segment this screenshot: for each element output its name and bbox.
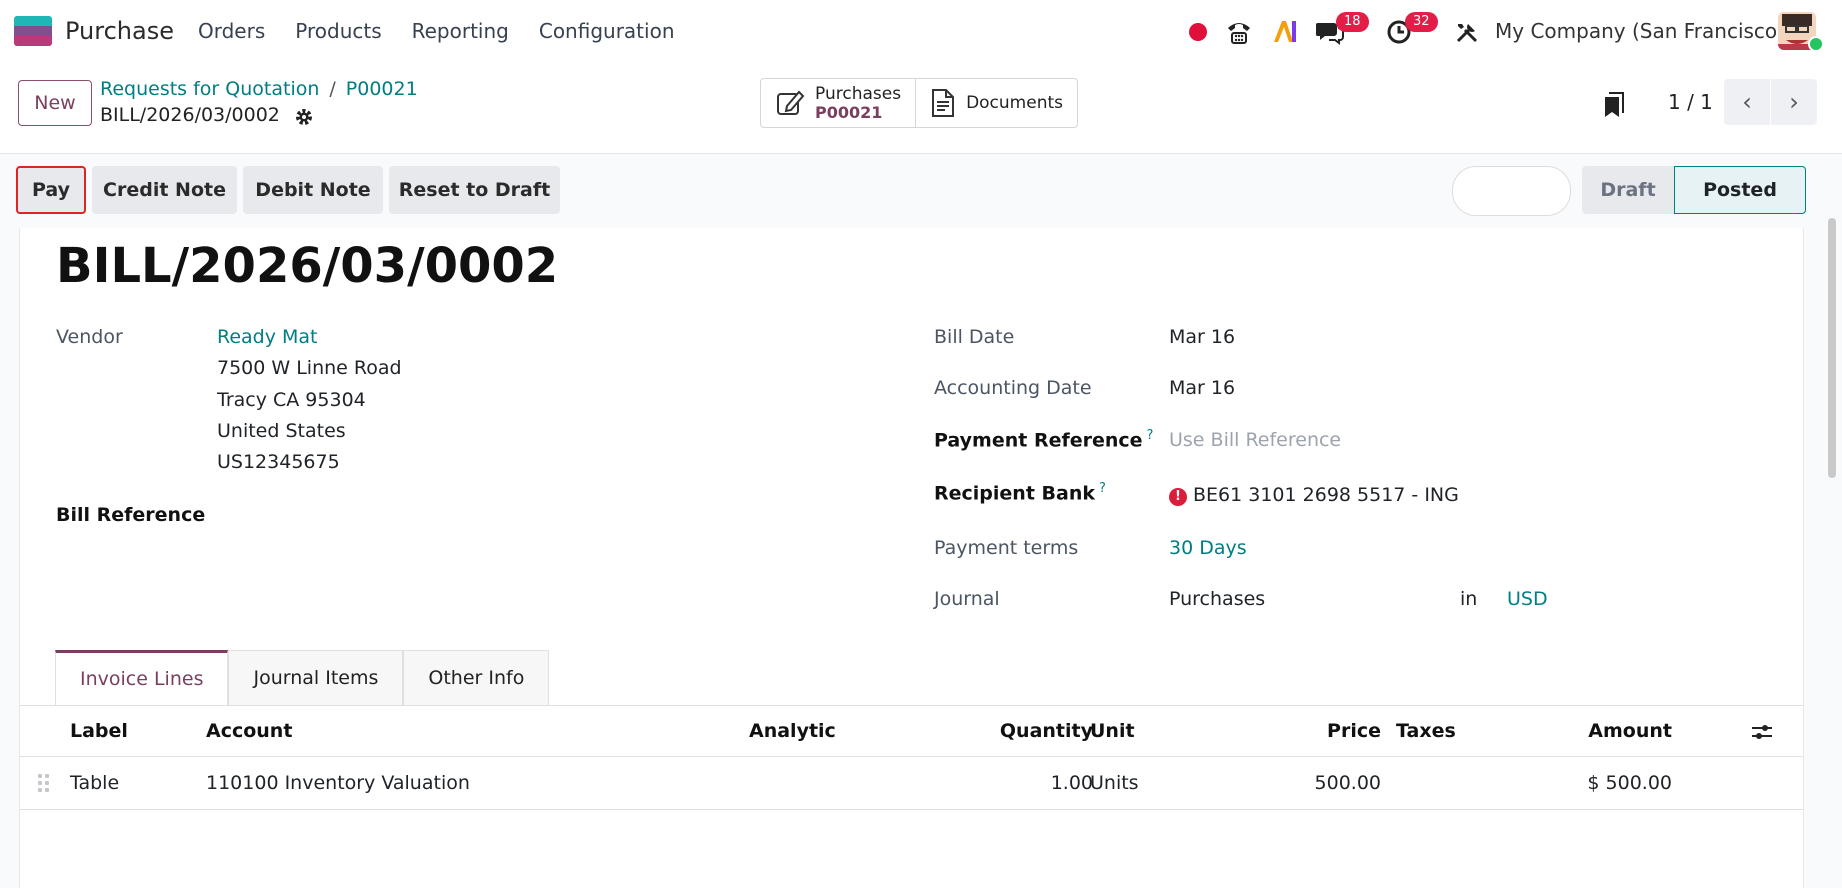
notebook-tabs: Invoice Lines Journal Items Other Info [55, 650, 550, 706]
optional-columns-toggle-icon[interactable] [1750, 722, 1774, 742]
edit-document-icon [777, 90, 805, 115]
vendor-address-line-1: 7500 W Linne Road [217, 357, 402, 379]
bill-date-label: Bill Date [934, 326, 1015, 348]
payment-reference-label: Payment Reference? [934, 428, 1154, 452]
payment-terms-field[interactable]: 30 Days [1169, 537, 1247, 559]
gear-icon[interactable] [294, 107, 314, 127]
table-row[interactable]: Table 110100 Inventory Valuation 1.00 Un… [20, 757, 1803, 810]
payment-terms-label: Payment terms [934, 537, 1079, 559]
bill-reference-label: Bill Reference [56, 504, 206, 526]
attachment-bookmark-icon[interactable] [1603, 91, 1625, 119]
tools-icon[interactable] [1455, 20, 1479, 44]
col-unit[interactable]: Unit [1090, 720, 1135, 742]
invoice-lines-header: Label Account Analytic Quantity Unit Pri… [20, 706, 1803, 757]
cell-label[interactable]: Table [70, 772, 119, 794]
action-bar: Pay Credit Note Debit Note Reset to Draf… [0, 153, 1842, 225]
pager-next-button[interactable]: › [1771, 79, 1817, 125]
menu-orders[interactable]: Orders [198, 19, 265, 43]
recipient-bank-label: Recipient Bank? [934, 481, 1106, 505]
purchases-smart-button[interactable]: Purchases P00021 [761, 79, 915, 127]
breadcrumb-rfq[interactable]: Requests for Quotation [100, 78, 319, 100]
help-tooltip-icon[interactable]: ? [1099, 481, 1106, 496]
cell-price[interactable]: 500.00 [1220, 772, 1381, 794]
accounting-date-label: Accounting Date [934, 377, 1092, 399]
chevron-left-icon: ‹ [1742, 88, 1752, 116]
breadcrumb-order[interactable]: P00021 [346, 78, 418, 100]
control-panel: New Requests for Quotation / P00021 BILL/2… [0, 63, 1842, 154]
col-analytic[interactable]: Analytic [749, 720, 836, 742]
vendor-vat: US12345675 [217, 451, 340, 473]
debit-note-button[interactable]: Debit Note [243, 166, 383, 214]
currency-field[interactable]: USD [1507, 588, 1548, 610]
col-price[interactable]: Price [1220, 720, 1381, 742]
menu-reporting[interactable]: Reporting [412, 19, 509, 43]
cell-unit[interactable]: Units [1090, 772, 1139, 794]
ai-icon[interactable] [1272, 18, 1298, 44]
record-name: BILL/2026/03/0002 [100, 104, 280, 126]
online-status-dot [1808, 36, 1824, 52]
recording-dot-icon[interactable] [1188, 22, 1208, 42]
menu-configuration[interactable]: Configuration [539, 19, 675, 43]
purchases-value: P00021 [815, 102, 883, 122]
col-account[interactable]: Account [206, 720, 292, 742]
breadcrumb: Requests for Quotation / P00021 [100, 78, 418, 100]
warning-icon: ! [1169, 488, 1187, 506]
app-name[interactable]: Purchase [65, 17, 174, 45]
credit-note-button[interactable]: Credit Note [92, 166, 237, 214]
phone-icon[interactable] [1225, 18, 1253, 46]
recipient-bank-field[interactable]: ! BE61 3101 2698 5517 - ING [1169, 484, 1459, 506]
chevron-right-icon: › [1789, 88, 1799, 116]
vendor-label: Vendor [56, 326, 123, 348]
pager-value[interactable]: 1 / 1 [1668, 90, 1713, 114]
status-posted[interactable]: Posted [1674, 166, 1806, 214]
form-sheet: BILL/2026/03/0002 Vendor Ready Mat 7500 … [19, 228, 1804, 888]
messages-badge: 18 [1336, 12, 1369, 32]
pager-previous-button[interactable]: ‹ [1724, 79, 1771, 125]
cell-quantity[interactable]: 1.00 [960, 772, 1093, 794]
status-pill-empty [1452, 166, 1571, 216]
breadcrumb-separator: / [329, 78, 336, 100]
col-amount[interactable]: Amount [1500, 720, 1672, 742]
payment-reference-input[interactable]: Use Bill Reference [1169, 429, 1341, 451]
bill-date-field[interactable]: Mar 16 [1169, 326, 1235, 348]
journal-in-text: in [1460, 588, 1478, 610]
pay-button[interactable]: Pay [16, 166, 86, 214]
journal-field[interactable]: Purchases [1169, 588, 1265, 610]
pager-buttons: ‹ › [1724, 79, 1817, 125]
activities-badge: 32 [1405, 12, 1438, 32]
vendor-address-line-2: Tracy CA 95304 [217, 389, 366, 411]
tab-journal-items[interactable]: Journal Items [228, 650, 404, 705]
journal-label: Journal [934, 588, 1000, 610]
purchases-label: Purchases [815, 83, 902, 104]
document-icon [932, 89, 955, 117]
top-navbar: Purchase Orders Products Reporting Confi… [0, 0, 1842, 63]
col-quantity[interactable]: Quantity [960, 720, 1093, 742]
status-bar: Draft Posted [1582, 166, 1806, 214]
company-switcher[interactable]: My Company (San Francisco) [1495, 19, 1785, 43]
vendor-name-link[interactable]: Ready Mat [217, 326, 318, 348]
vendor-address-line-3: United States [217, 420, 346, 442]
tab-invoice-lines[interactable]: Invoice Lines [55, 650, 229, 705]
page-scrollbar[interactable] [1828, 218, 1836, 478]
bill-title: BILL/2026/03/0002 [56, 238, 559, 294]
accounting-date-field[interactable]: Mar 16 [1169, 377, 1235, 399]
cell-account[interactable]: 110100 Inventory Valuation [206, 772, 470, 794]
purchase-app-icon[interactable] [14, 16, 52, 46]
smart-buttons: Purchases P00021 Documents [760, 78, 1078, 128]
col-label[interactable]: Label [70, 720, 128, 742]
drag-handle-icon[interactable] [38, 774, 50, 794]
documents-smart-button[interactable]: Documents [915, 79, 1077, 127]
documents-label: Documents [966, 92, 1063, 113]
menu-products[interactable]: Products [295, 19, 381, 43]
col-taxes[interactable]: Taxes [1396, 720, 1456, 742]
tab-other-info[interactable]: Other Info [403, 650, 550, 705]
reset-to-draft-button[interactable]: Reset to Draft [389, 166, 560, 214]
cell-amount[interactable]: $ 500.00 [1500, 772, 1672, 794]
main-menu: Orders Products Reporting Configuration [198, 19, 675, 43]
status-draft[interactable]: Draft [1582, 166, 1674, 214]
help-tooltip-icon[interactable]: ? [1147, 428, 1154, 443]
new-button[interactable]: New [18, 80, 92, 126]
